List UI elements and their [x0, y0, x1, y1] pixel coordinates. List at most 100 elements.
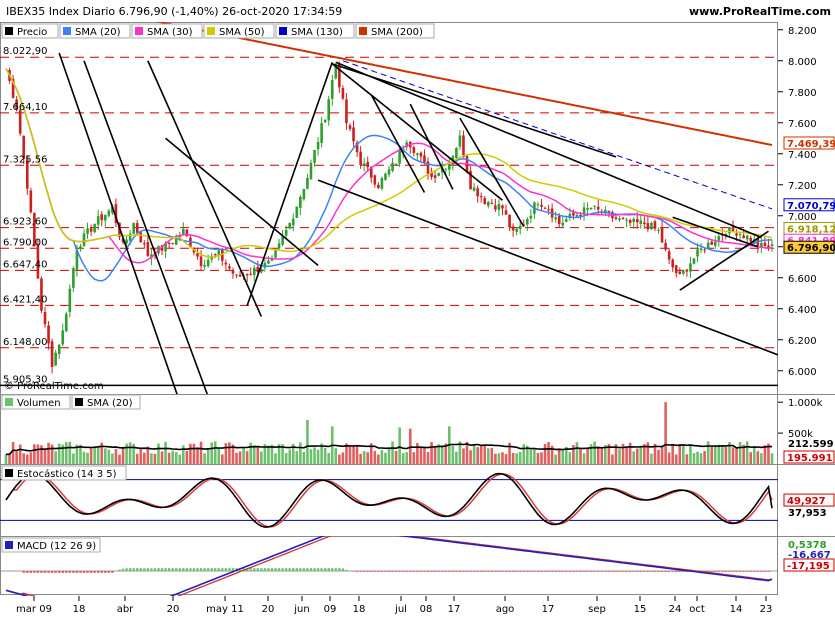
candle-body [47, 325, 50, 343]
site-name[interactable]: www.ProRealTime.com [689, 5, 831, 18]
date-tick-label: 09 [324, 604, 337, 615]
volume-bar [225, 443, 228, 464]
volume-bar [611, 455, 614, 464]
macd-hist-bar [391, 571, 393, 572]
macd-hist-bar [767, 571, 769, 572]
candle-body [519, 226, 522, 229]
volume-bar [342, 452, 345, 464]
macd-hist-bar [108, 571, 110, 573]
macd-hist-bar [455, 571, 457, 572]
macd-hist-bar [562, 571, 564, 572]
candle-body [423, 155, 426, 162]
candle-body [331, 80, 334, 99]
volume-bar [693, 453, 696, 464]
volume-bar [359, 454, 362, 464]
volume-bar [686, 454, 689, 464]
date-tick-label: jul [394, 604, 407, 615]
legend-label: MACD (12 26 9) [17, 541, 96, 552]
stochastic-lines [0, 474, 778, 527]
macd-hist-bar [260, 568, 262, 571]
candle-body [618, 219, 621, 221]
volume-bar [210, 443, 213, 464]
candle-body [696, 249, 699, 256]
candle-body [299, 197, 302, 208]
candle-body [54, 353, 57, 366]
date-tick-label: oct [689, 604, 705, 615]
volume-bar [476, 447, 479, 464]
volume-bar [256, 446, 259, 464]
volume-bar [228, 442, 231, 464]
macd-hist-bar [611, 571, 613, 572]
volume-bar [377, 454, 380, 464]
candle-body [710, 242, 713, 245]
price-legend[interactable]: PrecioSMA (20)SMA (30)SMA (50)SMA (130)S… [2, 24, 434, 38]
macd-axis: 0,5378-16,667-17,195 [784, 540, 834, 572]
level-labels: 8.022,907.664,107.325,566.923,606.790,00… [3, 46, 48, 385]
volume-bar [764, 445, 767, 464]
volume-axis: 1.000k500k212.599195.991 [778, 398, 834, 464]
candle-body [515, 229, 518, 232]
volume-bar [65, 442, 68, 464]
volume-bar [150, 453, 153, 464]
candle-body [200, 256, 203, 266]
legend-label: SMA (50) [219, 27, 265, 38]
legend-swatch [75, 398, 83, 406]
macd-hist-bar [164, 568, 166, 571]
volume-bar [544, 444, 547, 464]
volume-bar [72, 453, 75, 464]
legend-swatch [5, 398, 13, 406]
date-tick-label: 15 [634, 604, 647, 615]
volume-bar [104, 448, 107, 464]
candle-body [764, 243, 767, 246]
macd-hist-bar [711, 571, 713, 572]
macd-hist-bar [427, 571, 429, 572]
macd-hist-bar [469, 571, 471, 572]
candle-body [104, 215, 107, 221]
macd-hist-bar [26, 571, 28, 573]
trend-lines[interactable] [59, 53, 779, 464]
volume-bar [366, 452, 369, 464]
sub-legends[interactable]: VolumenSMA (20)Estocástico (14 3 5)MACD … [2, 395, 140, 552]
volume-bar [639, 446, 642, 464]
macd-hist-bar [494, 571, 496, 572]
volume-bar [579, 448, 582, 464]
value-tag: 195.991 [787, 453, 833, 464]
volume-bar [427, 452, 430, 464]
candle-body [494, 205, 497, 209]
volume-bar [161, 451, 164, 464]
macd-hist-bar [739, 571, 741, 572]
volume-bar [235, 453, 238, 464]
volume-bar [154, 454, 157, 464]
macd-hist-bar [228, 568, 230, 571]
price-tick-label: 7.600 [788, 119, 817, 130]
level-label: 6.790,00 [3, 237, 48, 248]
candle-body [136, 223, 139, 233]
legend-label: SMA (20) [75, 27, 121, 38]
legend-swatch [135, 27, 143, 35]
candle-body [51, 341, 54, 367]
date-tick-label: sep [588, 604, 606, 615]
macd-hist-bar [44, 571, 46, 573]
volume-bar [178, 455, 181, 464]
volume-bars [5, 402, 774, 464]
macd-hist-bar [342, 568, 344, 571]
candle-body [686, 270, 689, 272]
volume-bar [505, 454, 508, 464]
macd-hist-bar [168, 568, 170, 571]
volume-bar [58, 444, 61, 464]
macd-hist-bar [473, 571, 475, 572]
volume-bar [391, 442, 394, 464]
volume-bar [757, 451, 760, 464]
volume-bar [647, 442, 650, 464]
candle-body [366, 162, 369, 167]
macd-hist-bar [533, 571, 535, 572]
volume-bar [576, 442, 579, 464]
candle-body [689, 263, 692, 271]
candle-body [398, 151, 401, 164]
candle-body [735, 233, 738, 235]
volume-bar [327, 453, 330, 464]
macd-hist-bar [484, 571, 486, 572]
macd-hist-bar [324, 568, 326, 571]
candle-body [547, 209, 550, 210]
volume-bar [650, 454, 653, 464]
